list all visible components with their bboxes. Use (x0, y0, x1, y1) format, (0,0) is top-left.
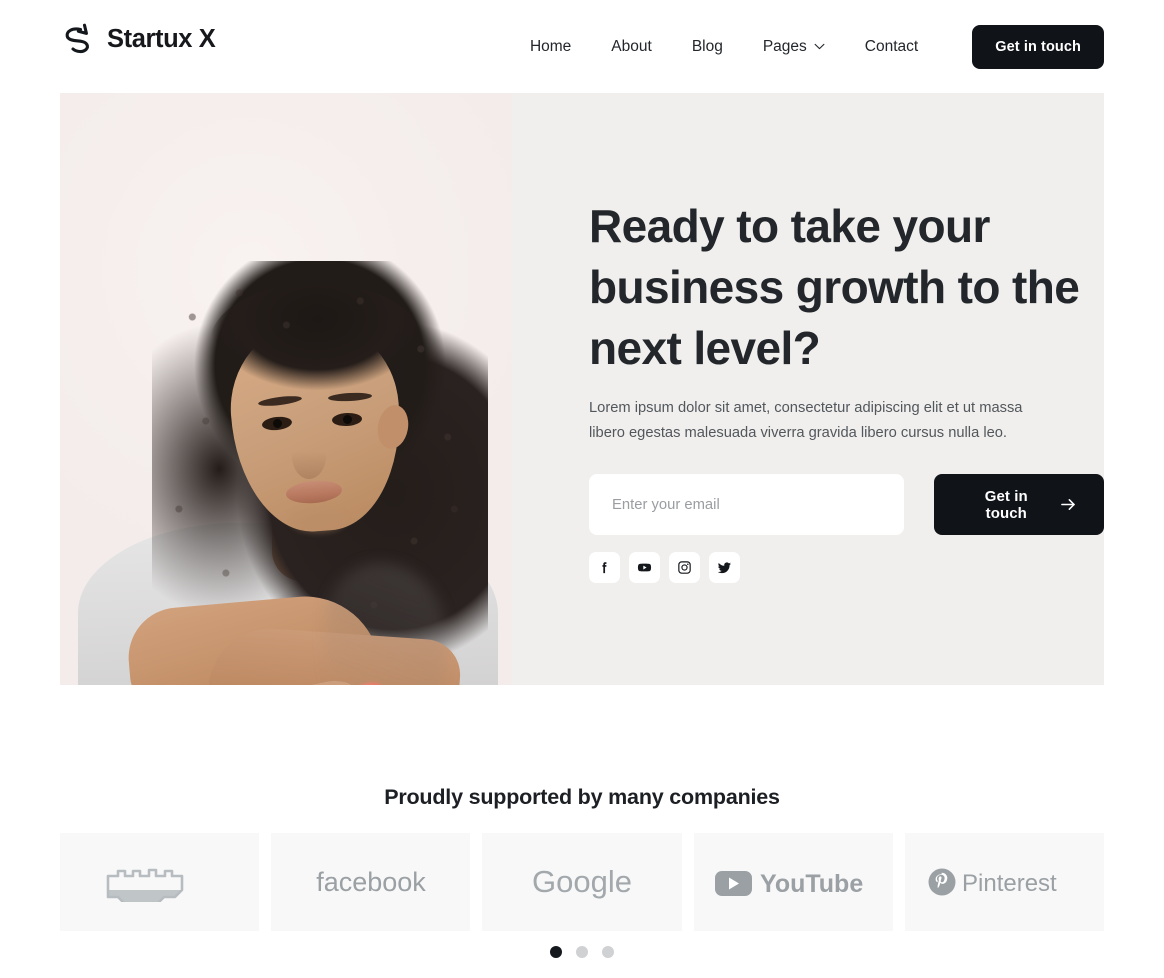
svg-text:YouTube: YouTube (760, 870, 863, 898)
hero-content: Ready to take your business growth to th… (512, 93, 1104, 685)
social-link-instagram[interactable] (669, 552, 700, 583)
youtube-logo: YouTube (714, 870, 863, 898)
carousel-dot-3[interactable] (602, 946, 614, 958)
brand-card-facebook[interactable]: facebook (271, 833, 471, 931)
svg-text:Google: Google (532, 864, 632, 899)
facebook-logo: facebook (316, 867, 426, 897)
supporters-heading: Proudly supported by many companies (384, 785, 780, 809)
carousel-dots (0, 946, 1164, 958)
hero-get-in-touch-button[interactable]: Get in touch (934, 474, 1104, 535)
header-get-in-touch-button[interactable]: Get in touch (972, 24, 1104, 69)
nav-item-label: About (611, 37, 652, 55)
brand-card-youtube[interactable]: YouTube (693, 833, 893, 931)
hero-section: Ready to take your business growth to th… (60, 93, 1104, 685)
chevron-down-icon (814, 43, 825, 50)
twitch-logo (106, 868, 183, 902)
nav-item-label: Blog (691, 37, 723, 55)
pinterest-logo: Pinterest (928, 868, 1057, 897)
twitter-icon (717, 562, 732, 574)
nav-item-home[interactable]: Home (510, 38, 591, 56)
nav-item-label: Home (529, 37, 572, 55)
instagram-icon (678, 561, 691, 574)
hero-image (60, 93, 512, 685)
social-link-facebook[interactable] (589, 552, 620, 583)
carousel-dot-1[interactable] (550, 946, 562, 958)
hero-heading: Ready to take your business growth to th… (589, 200, 1080, 374)
facebook-icon (602, 562, 607, 574)
hero-cta-label: Get in touch (984, 487, 1028, 522)
nav-item-blog[interactable]: Blog (672, 38, 743, 56)
social-links (589, 552, 740, 583)
arrow-swoosh-logo-icon (65, 23, 89, 54)
arrow-right-icon (1061, 499, 1075, 510)
email-input[interactable] (589, 474, 905, 535)
social-link-youtube[interactable] (629, 552, 660, 583)
carousel-dot-2[interactable] (576, 946, 588, 958)
nav-item-pages[interactable]: Pages (743, 38, 845, 56)
main-nav: Home About Blog Pages Contact Get in tou… (510, 0, 1104, 93)
google-logo: Google (532, 864, 632, 899)
social-link-twitter[interactable] (709, 552, 740, 583)
brand-card-twitch[interactable] (60, 833, 260, 931)
nav-item-about[interactable]: About (591, 38, 672, 56)
brand-logo[interactable]: Startux X (60, 21, 216, 57)
svg-text:Pinterest: Pinterest (962, 870, 1057, 897)
youtube-icon (637, 563, 652, 572)
email-signup-form: Get in touch (589, 474, 1104, 535)
nav-item-contact[interactable]: Contact (845, 38, 938, 56)
site-header: Startux X Home About Blog Pages Contact … (0, 0, 1164, 93)
nav-item-label: Pages (762, 37, 807, 55)
brand-card-pinterest[interactable]: Pinterest (904, 833, 1105, 931)
hero-subtitle: Lorem ipsum dolor sit amet, consectetur … (589, 400, 1023, 441)
brand-logo-row: facebook Google YouTube Pinterest (60, 833, 1105, 931)
portrait-photo (60, 93, 512, 685)
brand-card-google[interactable]: Google (482, 833, 682, 931)
brand-name: Startux X (107, 24, 216, 53)
svg-text:facebook: facebook (316, 867, 426, 897)
nav-item-label: Contact (864, 37, 919, 55)
